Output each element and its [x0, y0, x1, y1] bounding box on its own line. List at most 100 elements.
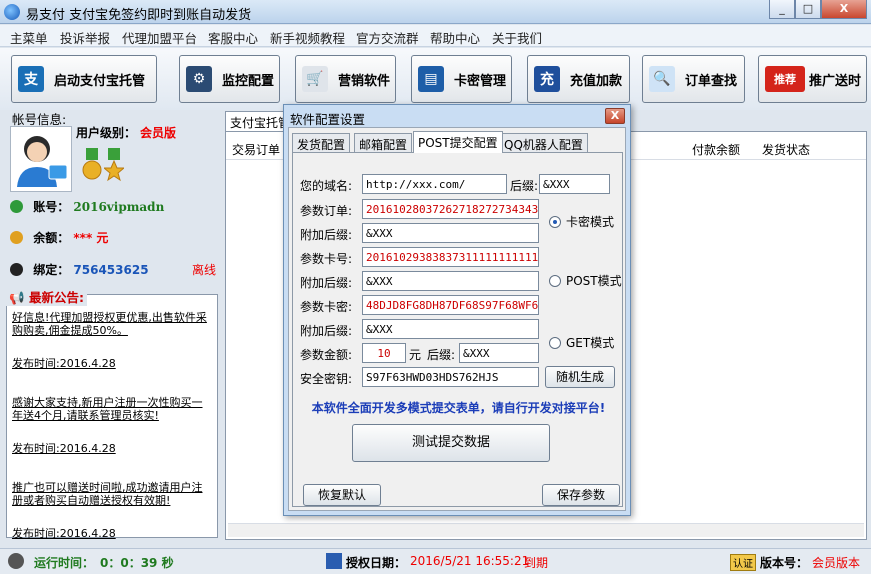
menu-main[interactable]: 主菜单	[10, 28, 48, 47]
menu-complaint[interactable]: 投诉举报	[60, 28, 110, 47]
clock-icon	[8, 553, 24, 569]
online-status: 离线	[191, 263, 216, 277]
account-value: 2016vipmadn	[73, 200, 165, 214]
window-title: 易支付 支付宝免签约即时到账自动发货	[26, 8, 252, 23]
suffix-label: 后缀:	[510, 179, 539, 193]
notice-item[interactable]: 感谢大家支持,新用户注册一次性购买一年送4个月,请联系管理员核实!	[12, 396, 210, 422]
suffix-input[interactable]: &XXX	[539, 174, 610, 194]
promote-button[interactable]: 推荐 推广送时	[758, 55, 867, 103]
card-icon: ▤	[418, 66, 444, 92]
col-status[interactable]: 发货状态	[762, 141, 810, 158]
save-params-button[interactable]: 保存参数	[542, 484, 620, 506]
amount-suffix-label: 后缀:	[427, 348, 456, 362]
balance-row: 余额： *** 元	[10, 229, 108, 246]
tab-email-config[interactable]: 邮箱配置	[354, 133, 413, 152]
amount-param-label: 参数金额:	[300, 348, 353, 362]
tab-alipay-hosting[interactable]: 支付宝托管	[225, 111, 287, 131]
menu-service[interactable]: 客服中心	[208, 28, 258, 47]
tab-post-config[interactable]: POST提交配置	[413, 131, 503, 153]
horizontal-scrollbar[interactable]	[228, 523, 864, 537]
runtime-value: 0：0：39 秒	[100, 556, 174, 570]
bind-value: 756453625	[73, 263, 149, 277]
app-logo-icon	[4, 4, 20, 20]
random-generate-button[interactable]: 随机生成	[545, 366, 615, 388]
menu-bar: 主菜单 投诉举报 代理加盟平台 客服中心 新手视频教程 官方交流群 帮助中心 关…	[0, 25, 871, 47]
radio-get-mode[interactable]: GET模式	[549, 334, 614, 351]
cart-icon: 🛒	[302, 66, 328, 92]
auth-date: 2016/5/21 16:55:21	[410, 554, 530, 568]
order-search-button[interactable]: 🔍 订单查找	[642, 55, 745, 103]
extra-suffix-input-2[interactable]: &XXX	[362, 271, 539, 291]
tab-qq-robot-config[interactable]: QQ机器人配置	[499, 133, 588, 152]
extra-suffix-input-3[interactable]: &XXX	[362, 319, 539, 339]
restore-default-button[interactable]: 恢复默认	[303, 484, 381, 506]
menu-about[interactable]: 关于我们	[492, 28, 542, 47]
radio-checked-icon	[549, 215, 561, 228]
notice-box: 好信息!代理加盟授权更优惠,出售软件采购购卖,佣金提成50%。 发布时间:201…	[6, 294, 218, 540]
qq-icon	[10, 263, 23, 276]
extra-suffix-input-1[interactable]: &XXX	[362, 223, 539, 243]
coin-icon	[10, 231, 23, 244]
title-bar: 易支付 支付宝免签约即时到账自动发货 _ □ X	[0, 0, 871, 24]
status-bar: 运行时间： 0：0：39 秒 授权日期： 2016/5/21 16:55:21 …	[0, 548, 871, 574]
notice-title: 📢 最新公告:	[6, 287, 87, 306]
col-balance[interactable]: 付款余额	[692, 141, 740, 158]
menu-video[interactable]: 新手视频教程	[270, 28, 345, 47]
balance-value: ***	[73, 231, 93, 245]
account-panel: 帐号信息: 用户级别： 会员版 账号： 2016vipmadn 余额： *** …	[4, 110, 220, 540]
notice-date: 发布时间:2016.4.28	[12, 442, 116, 455]
auth-label: 授权日期：	[346, 556, 407, 570]
version-value: 会员版本	[812, 556, 861, 570]
verified-badge: 认证	[730, 554, 756, 571]
notice-item[interactable]: 推广也可以赠送时间啦,成功邀请用户注册或者购买自动赠送授权有效期!	[12, 481, 210, 507]
radio-unchecked-icon	[549, 336, 561, 349]
notice-list: 好信息!代理加盟授权更优惠,出售软件采购购卖,佣金提成50%。 发布时间:201…	[12, 311, 210, 566]
tab-shipping-config[interactable]: 发货配置	[292, 133, 351, 152]
menu-agent[interactable]: 代理加盟平台	[122, 28, 197, 47]
user-avatar-icon	[17, 136, 68, 187]
post-config-pane: 您的域名: http://xxx.com/ 后缀: &XXX 参数订单: 201…	[292, 152, 623, 507]
marketing-software-button[interactable]: 🛒 营销软件	[295, 55, 396, 103]
minimize-button[interactable]: _	[769, 0, 795, 19]
level-label: 用户级别：	[76, 126, 137, 140]
domain-input[interactable]: http://xxx.com/	[362, 174, 507, 194]
secret-param-label: 参数卡密:	[300, 300, 353, 314]
maximize-button[interactable]: □	[795, 0, 821, 19]
recharge-button[interactable]: 充 充值加款	[527, 55, 630, 103]
card-param-label: 参数卡号:	[300, 252, 353, 266]
extra-suffix-label: 附加后缀:	[300, 228, 353, 242]
recharge-icon: 充	[534, 66, 560, 92]
monitor-config-button[interactable]: ⚙ 监控配置	[179, 55, 280, 103]
megaphone-icon: 📢	[9, 290, 25, 305]
radio-post-mode[interactable]: POST模式	[549, 272, 622, 289]
card-manage-button[interactable]: ▤ 卡密管理	[411, 55, 512, 103]
start-alipay-button[interactable]: 支 启动支付宝托管	[11, 55, 157, 103]
radio-card-mode[interactable]: 卡密模式	[549, 213, 614, 230]
amount-unit: 元	[409, 348, 422, 362]
amount-suffix-input[interactable]: &XXX	[459, 343, 539, 363]
col-order[interactable]: 交易订单	[232, 141, 280, 158]
star-medal-icon	[102, 148, 126, 182]
medal-icon	[82, 148, 102, 182]
security-key-label: 安全密钥:	[300, 372, 353, 386]
level-value: 会员版	[140, 126, 177, 140]
order-param-input[interactable]: 20161028037262718272734343	[362, 199, 539, 219]
extra-suffix-label: 附加后缀:	[300, 324, 353, 338]
extra-suffix-label: 附加后缀:	[300, 276, 353, 290]
dialog-close-button[interactable]: X	[605, 108, 625, 124]
security-key-input[interactable]: S97F63HWD03HDS762HJS	[362, 367, 539, 387]
auth-suffix: 到期	[524, 556, 549, 570]
card-param-input[interactable]: 20161029383837311111111111	[362, 247, 539, 267]
dialog-title: 软件配置设置	[290, 112, 366, 127]
notice-item[interactable]: 好信息!代理加盟授权更优惠,出售软件采购购卖,佣金提成50%。	[12, 311, 210, 337]
post-hint-text: 本软件全面开发多模式提交表单，请自行开发对接平台!	[311, 401, 606, 415]
test-submit-button[interactable]: 测试提交数据	[352, 424, 550, 462]
menu-group[interactable]: 官方交流群	[356, 28, 419, 47]
toolbar: 支 启动支付宝托管 ⚙ 监控配置 🛒 营销软件 ▤ 卡密管理 充 充值加款 🔍 …	[0, 48, 871, 110]
avatar	[10, 126, 72, 192]
secret-param-input[interactable]: 48DJD8FG8DH87DF68S97F68WF60	[362, 295, 539, 315]
close-button[interactable]: X	[821, 0, 867, 19]
version-label: 版本号：	[760, 556, 809, 570]
menu-help[interactable]: 帮助中心	[430, 28, 480, 47]
amount-param-input[interactable]: 10	[362, 343, 406, 363]
